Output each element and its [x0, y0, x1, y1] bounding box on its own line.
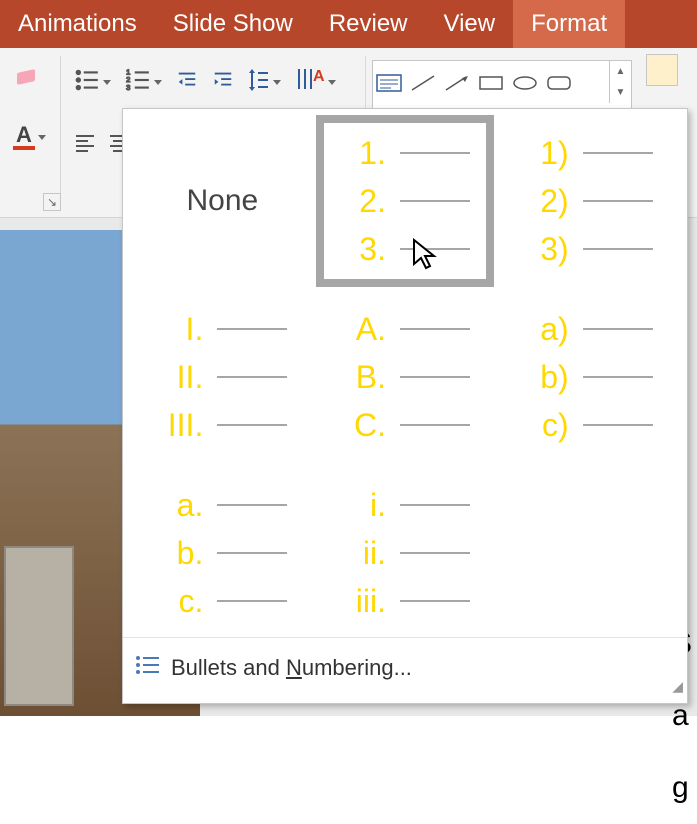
list-icon [135, 654, 161, 682]
decrease-indent-button[interactable] [171, 60, 203, 105]
menu-tabs: Animations Slide Show Review View Format [0, 0, 697, 48]
align-left-icon [74, 132, 96, 159]
numbering-option-lower-alpha-paren[interactable]: a) b) c) [498, 291, 677, 463]
numbering-option-none[interactable]: None [133, 115, 312, 287]
numbering-option-arabic-paren[interactable]: 1) 2) 3) [498, 115, 677, 287]
dialog-launcher-icon: ↘ [47, 195, 57, 209]
numbering-option-arabic-period[interactable]: 1. 2. 3. [316, 115, 495, 287]
resize-grip-icon[interactable]: ◢ [672, 678, 683, 695]
clear-formatting-button[interactable] [10, 62, 42, 98]
chevron-down-icon [273, 80, 281, 85]
numbering-option-empty [498, 467, 677, 639]
rectangle-shape-icon[interactable] [477, 73, 505, 98]
numbering-option-lower-alpha-period[interactable]: a. b. c. [133, 467, 312, 639]
bullets-button[interactable] [69, 60, 116, 105]
numbering-option-lower-roman[interactable]: i. ii. iii. [316, 467, 495, 639]
increase-indent-icon [212, 69, 234, 96]
bullets-and-numbering-command[interactable]: Bullets and Numbering... ◢ [123, 637, 687, 697]
decrease-indent-icon [176, 69, 198, 96]
numbering-button[interactable]: 123 [120, 60, 167, 105]
eraser-icon [15, 67, 37, 93]
dialog-launcher-button[interactable]: ↘ [43, 193, 61, 211]
line-shape-icon[interactable] [409, 73, 437, 98]
chevron-down-icon: ▼ [616, 87, 626, 98]
numbering-none-label: None [186, 184, 258, 218]
chevron-down-icon [103, 80, 111, 85]
oval-shape-icon[interactable] [511, 73, 539, 98]
tab-animations[interactable]: Animations [0, 0, 155, 48]
text-direction-button[interactable]: A [290, 60, 341, 105]
shapes-gallery[interactable]: ▲ ▼ [372, 60, 632, 110]
text-direction-icon: A [295, 65, 325, 100]
tab-format[interactable]: Format [513, 0, 625, 48]
numbering-icon: 123 [125, 67, 151, 98]
tab-view[interactable]: View [426, 0, 514, 48]
shape-style-preview[interactable] [646, 54, 678, 86]
svg-text:3: 3 [126, 83, 130, 92]
chevron-down-icon [38, 135, 46, 140]
shapes-gallery-scroll[interactable]: ▲ ▼ [609, 61, 631, 103]
bullets-icon [74, 67, 100, 98]
font-color-button[interactable]: A [8, 120, 51, 155]
line-spacing-icon [248, 67, 270, 98]
bullets-and-numbering-label: Bullets and Numbering... [171, 655, 412, 681]
tab-review[interactable]: Review [311, 0, 426, 48]
rounded-rectangle-shape-icon[interactable] [545, 73, 573, 98]
font-color-icon: A [13, 125, 35, 150]
chevron-down-icon [154, 80, 162, 85]
arrow-shape-icon[interactable] [443, 73, 471, 98]
text-box-shape-icon[interactable] [375, 73, 403, 98]
line-spacing-button[interactable] [243, 60, 286, 105]
align-left-button[interactable] [69, 127, 101, 164]
chevron-down-icon [328, 80, 336, 85]
svg-text:A: A [313, 68, 325, 85]
chevron-up-icon: ▲ [616, 66, 626, 77]
numbering-option-upper-alpha[interactable]: A. B. C. [316, 291, 495, 463]
increase-indent-button[interactable] [207, 60, 239, 105]
numbering-option-upper-roman[interactable]: I. II. III. [133, 291, 312, 463]
tab-slide-show[interactable]: Slide Show [155, 0, 311, 48]
numbering-gallery-popup: None 1. 2. 3. 1) 2) 3) I. II. III. [122, 108, 688, 704]
